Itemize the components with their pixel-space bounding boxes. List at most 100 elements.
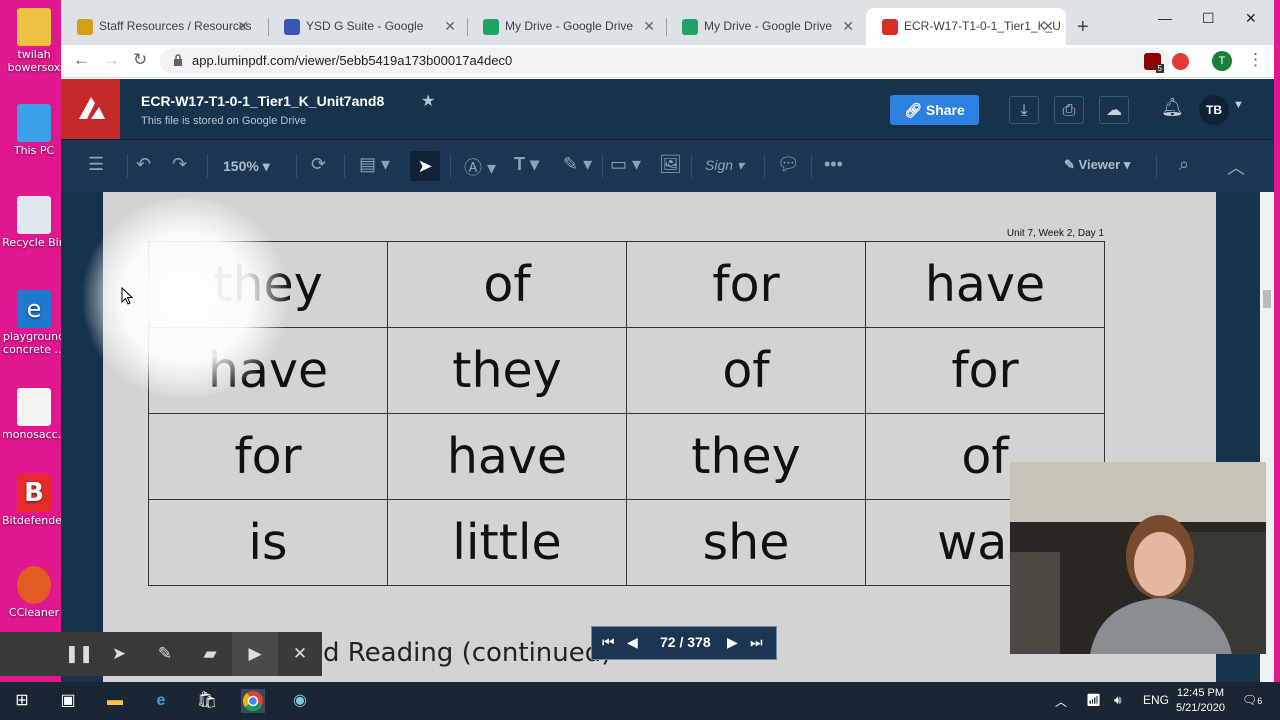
url-field[interactable]: app.luminpdf.com/viewer/5ebb5419a173b000… xyxy=(160,48,1170,74)
notification-bell-icon[interactable]: 🔔︎ xyxy=(1161,97,1184,118)
desktop-icon-ccleaner[interactable]: CCleaner xyxy=(2,566,66,619)
store-icon[interactable]: 🛍︎ xyxy=(195,689,219,713)
language-indicator[interactable]: ENG xyxy=(1143,693,1169,707)
tab-close-icon[interactable]: ✕ xyxy=(1042,8,1054,45)
chrome-menu-icon[interactable]: ⋮ xyxy=(1247,50,1264,70)
maximize-button[interactable]: ☐ xyxy=(1202,10,1215,27)
close-window-button[interactable]: ✕ xyxy=(1245,10,1257,27)
zoom-select[interactable]: 150% ▾ xyxy=(223,158,270,175)
select-tool-icon[interactable]: ➤ xyxy=(410,151,440,181)
close-icon[interactable]: ✕ xyxy=(277,632,323,676)
pencil-icon: ✎ xyxy=(1064,157,1079,172)
cloud-upload-icon[interactable]: ☁ xyxy=(1099,96,1129,124)
desktop-icon-monosacc[interactable]: monosacc... xyxy=(2,388,68,441)
viewer-mode-select[interactable]: ✎ Viewer ▾ xyxy=(1064,157,1130,173)
document-title[interactable]: ECR-W17-T1-0-1_Tier1_K_Unit7and8 xyxy=(141,93,384,109)
page-tools-icon[interactable]: ▤ ▾ xyxy=(359,154,390,175)
viewer-mode-label: Viewer xyxy=(1078,157,1121,172)
tab-staff-resources[interactable]: Staff Resources / Resources ✕ xyxy=(61,8,261,45)
forward-button[interactable]: → xyxy=(103,50,120,70)
extension-shield-icon[interactable]: 5 xyxy=(1144,53,1164,73)
tab-close-icon[interactable]: ✕ xyxy=(237,8,249,45)
reload-button[interactable]: ↻ xyxy=(133,50,147,70)
highlighter-tool-icon[interactable]: ✎ ▾ xyxy=(563,154,592,175)
webcam-feed xyxy=(1010,462,1266,654)
address-bar: ← → ↻ app.luminpdf.com/viewer/5ebb5419a1… xyxy=(61,45,1274,78)
search-icon[interactable]: ⌕ xyxy=(1179,154,1189,175)
user-avatar[interactable]: TB xyxy=(1199,95,1229,125)
computer-icon xyxy=(17,104,51,142)
globe-icon[interactable]: ◉ xyxy=(288,689,312,713)
pen-icon[interactable]: ✎ xyxy=(142,632,188,676)
mouse-pointer-icon xyxy=(121,286,134,310)
document-icon xyxy=(17,388,51,426)
last-page-icon[interactable]: ⏭ xyxy=(750,634,763,651)
back-button[interactable]: ← xyxy=(73,50,90,70)
chrome-icon[interactable] xyxy=(241,689,265,713)
tab-close-icon[interactable]: ✕ xyxy=(643,8,655,45)
edge-icon[interactable]: e xyxy=(149,689,173,713)
word-cell: for xyxy=(626,241,866,328)
lumin-logo-icon[interactable] xyxy=(61,79,120,139)
chevron-up-icon[interactable]: ︿ xyxy=(1055,693,1067,710)
page-number[interactable]: 72 / 378 xyxy=(660,634,711,650)
webcam-overlay xyxy=(1010,462,1266,654)
chevron-up-icon[interactable]: ︿ xyxy=(1227,154,1245,180)
next-page-icon[interactable]: ▶ xyxy=(727,634,738,651)
desktop-icon-bitdefender[interactable]: B Bitdefender xyxy=(2,474,67,527)
share-button[interactable]: 🔗︎ Share xyxy=(890,95,979,125)
desktop-icon-recycle-bin[interactable]: Recycle Bin xyxy=(2,196,66,249)
edge-icon: e xyxy=(17,290,51,328)
tab-title: My Drive - Google Drive xyxy=(704,19,833,33)
tab-close-icon[interactable]: ✕ xyxy=(444,8,456,45)
text-box-tool-icon[interactable]: Ⓐ ▾ xyxy=(464,154,496,180)
favorite-star-icon[interactable]: ★ xyxy=(421,91,435,111)
word-cell: they xyxy=(387,327,627,414)
shape-tool-icon[interactable]: ▭ ▾ xyxy=(610,154,641,175)
network-icon[interactable]: 📶︎ xyxy=(1086,693,1101,707)
more-options-icon[interactable]: ••• xyxy=(824,154,843,175)
chevron-down-icon[interactable]: ▼ xyxy=(1233,99,1244,111)
undo-icon[interactable]: ↶ xyxy=(136,154,151,175)
task-view-icon[interactable]: ▣ xyxy=(56,689,80,713)
desktop-icon-user-folder[interactable]: twilah bowersox xyxy=(2,8,66,74)
previous-page-icon[interactable]: ◀ xyxy=(627,634,638,651)
desktop-icon-this-pc[interactable]: This PC xyxy=(2,104,66,157)
lumin-pdf-icon xyxy=(882,19,898,35)
redo-icon[interactable]: ↷ xyxy=(172,154,187,175)
sign-tool[interactable]: Sign ▾ xyxy=(705,157,744,174)
tab-title: Staff Resources / Resources xyxy=(99,19,252,33)
print-icon[interactable]: ⎙ xyxy=(1054,96,1084,124)
file-explorer-icon[interactable]: ▬ xyxy=(103,689,127,713)
tab-lumin-active[interactable]: ECR-W17-T1-0-1_Tier1_K_U ✕ xyxy=(866,8,1066,45)
tab-close-icon[interactable]: ✕ xyxy=(842,8,854,45)
tab-my-drive-2[interactable]: My Drive - Google Drive ✕ xyxy=(666,8,866,45)
notification-center-icon[interactable]: 🗨︎6 xyxy=(1242,693,1262,707)
system-clock[interactable]: 12:45 PM 5/21/2020 xyxy=(1176,686,1225,716)
desktop-icon-playground[interactable]: e playground concrete ... xyxy=(2,290,66,356)
tab-ysd-gsuite[interactable]: YSD G Suite - Google ✕ xyxy=(268,8,468,45)
table-row: have they of for xyxy=(148,327,1105,414)
minimize-button[interactable]: — xyxy=(1158,10,1172,26)
tab-my-drive-1[interactable]: My Drive - Google Drive ✕ xyxy=(467,8,667,45)
download-icon[interactable]: ⤓ xyxy=(1009,96,1039,124)
volume-icon[interactable]: 🔊︎ xyxy=(1114,693,1122,708)
scrollbar-thumb[interactable] xyxy=(1263,290,1271,308)
text-tool-icon[interactable]: T ▾ xyxy=(514,154,539,175)
comment-tool-icon[interactable]: 💬︎ xyxy=(777,154,800,175)
extension-record-icon[interactable] xyxy=(1172,53,1189,70)
panel-toggle-icon[interactable]: ☰ xyxy=(88,154,104,175)
eraser-icon[interactable]: ▰ xyxy=(187,632,233,676)
image-tool-icon[interactable]: 🖼︎ xyxy=(659,154,682,175)
new-tab-button[interactable]: + xyxy=(1077,16,1089,39)
rotate-icon[interactable]: ⟳ xyxy=(311,154,326,175)
profile-avatar[interactable]: T xyxy=(1212,51,1232,71)
pointer-icon[interactable]: ➤ xyxy=(96,632,142,676)
windows-start-icon[interactable]: ⊞ xyxy=(10,689,34,713)
word-cell: little xyxy=(387,499,627,586)
desktop-icon-label: Bitdefender xyxy=(2,514,67,527)
first-page-icon[interactable]: ⏮ xyxy=(602,634,615,651)
tab-title: My Drive - Google Drive xyxy=(505,19,634,33)
lock-icon xyxy=(174,54,182,66)
webcam-icon[interactable]: ▶ xyxy=(232,632,278,676)
